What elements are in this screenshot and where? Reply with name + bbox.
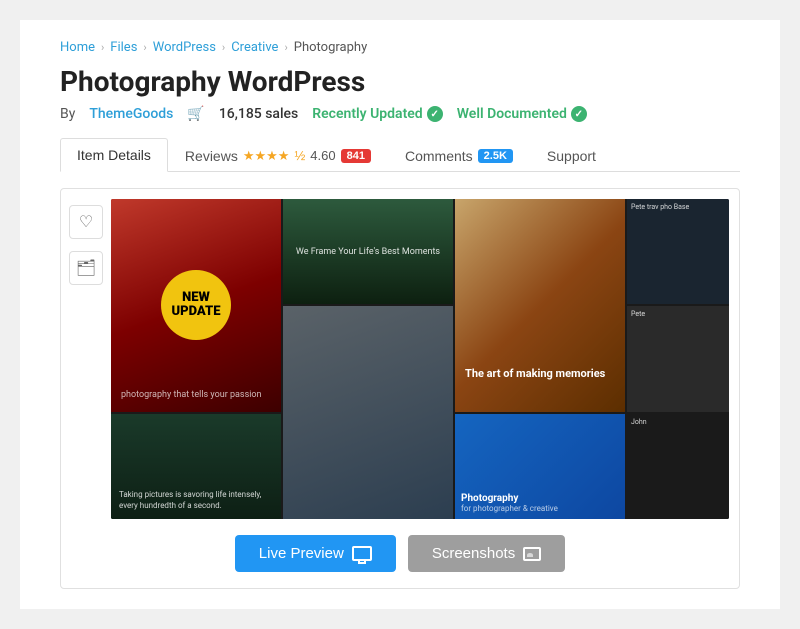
heart-icon: ♡: [79, 212, 93, 232]
reviews-label: Reviews: [185, 148, 238, 164]
bottom-text-area: Photography for photographer & creative: [461, 493, 619, 513]
half-star-icon: ½: [294, 148, 305, 163]
art-text: The art of making memories: [465, 367, 615, 381]
breadcrumb-sep-2: ›: [143, 41, 146, 54]
stars-icon: ★★★★: [243, 148, 290, 164]
page-title: Photography WordPress: [60, 65, 740, 98]
preview-cell-4: photography: [283, 306, 453, 519]
col4-row1-text: Pete trav pho Base: [631, 203, 725, 211]
breadcrumb-wordpress[interactable]: WordPress: [153, 40, 216, 55]
preview-image: NEW UPDATE photography that tells your p…: [111, 199, 729, 519]
screenshots-button[interactable]: Screenshots: [408, 535, 565, 572]
action-buttons: Live Preview Screenshots: [61, 519, 739, 588]
preview-cell-9: John: [627, 414, 729, 519]
preview-cell-5: The art of making memories: [455, 199, 625, 412]
taking-pictures-text: Taking pictures is savoring life intense…: [119, 490, 273, 511]
meta-row: By ThemeGoods 🛒 16,185 sales Recently Up…: [60, 106, 740, 122]
preview-cell-1: NEW UPDATE photography that tells your p…: [111, 199, 281, 412]
monitor-stand-icon: [358, 560, 366, 564]
folder-icon: 🗂: [76, 258, 96, 278]
main-card: ♡ 🗂 NEW UPD: [60, 188, 740, 589]
breadcrumb-creative[interactable]: Creative: [231, 40, 278, 55]
breadcrumb-home[interactable]: Home: [60, 40, 95, 55]
breadcrumb: Home › Files › WordPress › Creative › Ph…: [60, 40, 740, 55]
photography-sub-text: for photographer & creative: [461, 504, 619, 513]
recently-updated-text: Recently Updated: [312, 106, 422, 122]
well-documented-check-icon: ✓: [571, 106, 587, 122]
breadcrumb-sep-3: ›: [222, 41, 225, 54]
breadcrumb-sep-4: ›: [284, 41, 287, 54]
breadcrumb-files[interactable]: Files: [110, 40, 137, 55]
sales-count: 16,185 sales: [219, 106, 298, 122]
tab-support[interactable]: Support: [530, 139, 613, 172]
screenshots-label: Screenshots: [432, 545, 515, 562]
tab-comments[interactable]: Comments 2.5K: [388, 139, 530, 172]
author-link[interactable]: ThemeGoods: [89, 106, 173, 122]
preview-cell-3: We Frame Your Life's Best Moments: [283, 199, 453, 304]
col4-row2-text: Pete: [631, 310, 645, 318]
left-sidebar: ♡ 🗂: [61, 189, 111, 519]
update-label: UPDATE: [172, 305, 221, 319]
wishlist-button[interactable]: ♡: [69, 205, 103, 239]
live-preview-button[interactable]: Live Preview: [235, 535, 396, 572]
tab-reviews[interactable]: Reviews ★★★★ ½ 4.60 841: [168, 139, 388, 172]
mountain-icon: [527, 553, 533, 557]
tabs-bar: Item Details Reviews ★★★★ ½ 4.60 841 Comm…: [60, 138, 740, 172]
preview-cell-7: Pete trav pho Base: [627, 199, 729, 304]
tagline-text: photography that tells your passion: [121, 389, 271, 402]
tab-reviews-content: Reviews ★★★★ ½ 4.60 841: [185, 148, 371, 164]
card-body: ♡ 🗂 NEW UPD: [61, 189, 739, 519]
preview-cell-6: Photography for photographer & creative: [455, 414, 625, 519]
new-label: NEW: [182, 291, 210, 305]
frame-text: We Frame Your Life's Best Moments: [296, 247, 440, 257]
photography-bottom-text: Photography: [461, 493, 619, 504]
preview-cell-2: Taking pictures is savoring life intense…: [111, 414, 281, 519]
reviews-count-badge: 841: [341, 149, 371, 163]
author-by-label: By: [60, 106, 75, 122]
rating-value: 4.60: [310, 148, 335, 163]
well-documented-text: Well Documented: [457, 106, 567, 122]
col4-row3-text: John: [631, 418, 647, 426]
preview-cell-8: Pete: [627, 306, 729, 411]
folder-button[interactable]: 🗂: [69, 251, 103, 285]
breadcrumb-sep-1: ›: [101, 41, 104, 54]
cart-icon: 🛒: [187, 106, 204, 122]
comments-label: Comments: [405, 148, 473, 164]
new-update-badge: NEW UPDATE: [161, 270, 231, 340]
recently-updated-badge: Recently Updated ✓: [312, 106, 442, 122]
monitor-icon: [352, 546, 372, 561]
recently-updated-check-icon: ✓: [427, 106, 443, 122]
image-icon: [523, 547, 541, 561]
comments-count-badge: 2.5K: [478, 149, 513, 163]
preview-container: NEW UPDATE photography that tells your p…: [111, 189, 739, 519]
well-documented-badge: Well Documented ✓: [457, 106, 587, 122]
breadcrumb-current: Photography: [294, 40, 367, 55]
tab-item-details[interactable]: Item Details: [60, 138, 168, 172]
live-preview-label: Live Preview: [259, 545, 344, 562]
